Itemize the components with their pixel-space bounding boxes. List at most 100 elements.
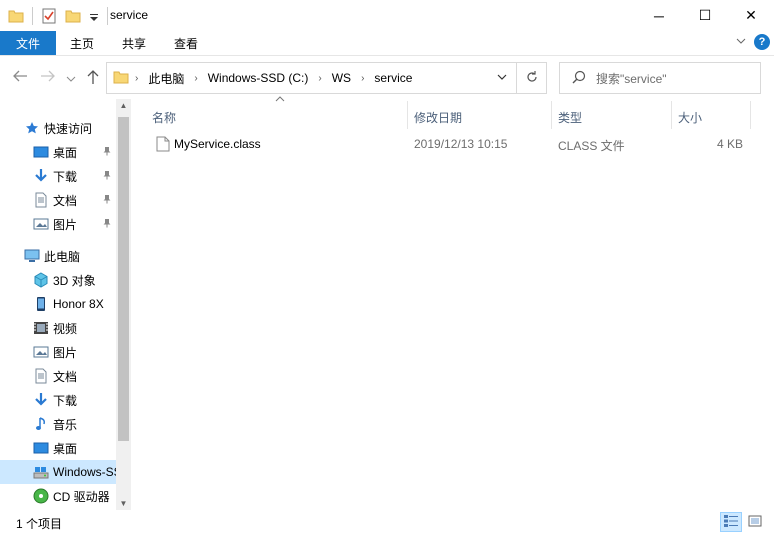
- minimize-icon: ─: [654, 7, 664, 24]
- tab-share[interactable]: 共享: [108, 31, 160, 55]
- address-row: › 此电脑 › Windows-SSD (C:) › WS › service …: [0, 57, 774, 99]
- breadcrumb-service[interactable]: service: [374, 71, 412, 85]
- sidebar-item[interactable]: 音乐: [0, 412, 116, 436]
- file-list: 名称 修改日期 类型 大小 MyService.class 2019/12/13…: [140, 96, 770, 510]
- desktop-icon: [33, 440, 49, 456]
- forward-icon[interactable]: [40, 69, 56, 86]
- back-icon[interactable]: [12, 69, 28, 86]
- sidebar-item[interactable]: 快速访问: [0, 116, 116, 140]
- item-count: 1 个项目: [16, 517, 63, 531]
- tab-view[interactable]: 查看: [160, 31, 212, 55]
- large-icons-view-icon: [747, 514, 763, 531]
- help-icon[interactable]: ?: [754, 34, 770, 50]
- sidebar-item-label: 此电脑: [44, 249, 81, 264]
- sidebar-item-label: 文档: [53, 193, 78, 208]
- download-icon: [33, 168, 49, 184]
- breadcrumb-drive[interactable]: Windows-SSD (C:): [208, 71, 309, 85]
- recent-locations-icon[interactable]: [66, 71, 76, 87]
- chevron-right-icon[interactable]: ›: [361, 73, 364, 84]
- column-header-modified[interactable]: 修改日期: [414, 105, 462, 129]
- tab-home[interactable]: 主页: [56, 31, 108, 55]
- sidebar-item[interactable]: 3D 对象: [0, 268, 116, 292]
- sidebar-item[interactable]: 文档: [0, 364, 116, 388]
- address-dropdown-icon[interactable]: [496, 71, 508, 86]
- pin-icon: [102, 218, 112, 231]
- window-controls: ─ ☐ ✕: [636, 0, 774, 31]
- sidebar-item[interactable]: 桌面: [0, 436, 116, 460]
- details-view-icon: [723, 514, 739, 531]
- column-divider[interactable]: [407, 101, 408, 129]
- sidebar-item[interactable]: CD 驱动器: [0, 484, 116, 508]
- download-icon: [33, 392, 49, 408]
- refresh-button[interactable]: [517, 62, 547, 94]
- sidebar-item-label: 图片: [53, 345, 78, 360]
- scroll-thumb[interactable]: [118, 117, 129, 441]
- sort-ascending-icon: [275, 95, 285, 105]
- document-icon: [33, 368, 49, 384]
- desktop-icon: [33, 144, 49, 160]
- phone-icon: [33, 296, 49, 312]
- sidebar-item[interactable]: 视频: [0, 316, 116, 340]
- sidebar-item[interactable]: 文档: [0, 188, 116, 212]
- close-button[interactable]: ✕: [728, 0, 774, 31]
- expand-ribbon-icon[interactable]: [736, 36, 746, 49]
- minimize-button[interactable]: ─: [636, 0, 682, 31]
- sidebar-item-label: 视频: [53, 321, 78, 336]
- folder-icon: [8, 8, 24, 24]
- sidebar-item-label: Honor 8X: [53, 297, 104, 311]
- properties-icon[interactable]: [41, 8, 57, 24]
- status-bar: 1 个项目: [0, 510, 774, 535]
- table-row[interactable]: MyService.class 2019/12/13 10:15 CLASS 文…: [152, 133, 752, 155]
- quick-access-toolbar: [0, 0, 116, 31]
- 3d-objects-icon: [33, 272, 49, 288]
- sidebar-item[interactable]: 下载: [0, 164, 116, 188]
- sidebar-item-label: 下载: [53, 169, 78, 184]
- sidebar-item[interactable]: Windows-SSD (C:): [0, 460, 116, 484]
- title-bar: service ─ ☐ ✕: [0, 0, 774, 31]
- details-view-button[interactable]: [720, 512, 742, 532]
- picture-icon: [33, 216, 49, 232]
- cd-drive-icon: [33, 488, 49, 504]
- file-size: 4 KB: [717, 137, 744, 151]
- column-divider[interactable]: [551, 101, 552, 129]
- sidebar-item-label: 桌面: [53, 145, 78, 160]
- large-icons-view-button[interactable]: [744, 512, 766, 532]
- chevron-right-icon[interactable]: ›: [135, 73, 138, 84]
- scroll-up-icon[interactable]: ▲: [116, 101, 131, 110]
- column-header-size[interactable]: 大小: [678, 105, 702, 129]
- column-divider[interactable]: [750, 101, 751, 129]
- sidebar-item[interactable]: 图片: [0, 212, 116, 236]
- sidebar-item-label: CD 驱动器: [53, 489, 110, 504]
- toolbar-divider: [107, 6, 108, 25]
- column-header-name[interactable]: 名称: [152, 105, 176, 129]
- scroll-down-icon[interactable]: ▼: [116, 499, 131, 508]
- sidebar-item-label: 3D 对象: [53, 273, 96, 288]
- file-type: CLASS 文件: [558, 139, 625, 153]
- navigation-pane: 快速访问 桌面 下载 文档 图片 此电脑 3D 对象 Honor 8X 视频 图片 文档 下载 音乐 桌面…: [0, 99, 131, 510]
- nav-scrollbar[interactable]: ▲ ▼: [116, 99, 131, 510]
- tab-file[interactable]: 文件: [0, 31, 56, 55]
- breadcrumb-this-pc[interactable]: 此电脑: [148, 70, 184, 87]
- address-bar[interactable]: › 此电脑 › Windows-SSD (C:) › WS › service: [106, 62, 517, 94]
- column-header-type[interactable]: 类型: [558, 105, 582, 129]
- star-icon: [24, 120, 40, 136]
- sidebar-item[interactable]: 图片: [0, 340, 116, 364]
- sidebar-item-label: 图片: [53, 217, 78, 232]
- chevron-right-icon[interactable]: ›: [318, 73, 321, 84]
- customize-toolbar-icon[interactable]: [89, 8, 99, 24]
- sidebar-item-label: 桌面: [53, 441, 78, 456]
- column-divider[interactable]: [671, 101, 672, 129]
- search-input[interactable]: 搜索"service": [559, 62, 761, 94]
- video-icon: [33, 320, 49, 336]
- breadcrumb-ws[interactable]: WS: [332, 71, 351, 85]
- new-folder-icon[interactable]: [65, 8, 81, 24]
- maximize-button[interactable]: ☐: [682, 0, 728, 31]
- sidebar-item[interactable]: 桌面: [0, 140, 116, 164]
- document-icon: [33, 192, 49, 208]
- sidebar-item[interactable]: 下载: [0, 388, 116, 412]
- chevron-right-icon[interactable]: ›: [194, 73, 197, 84]
- sidebar-item-label: 音乐: [53, 417, 78, 432]
- up-icon[interactable]: [86, 69, 100, 88]
- sidebar-item[interactable]: Honor 8X: [0, 292, 116, 316]
- sidebar-item[interactable]: 此电脑: [0, 244, 116, 268]
